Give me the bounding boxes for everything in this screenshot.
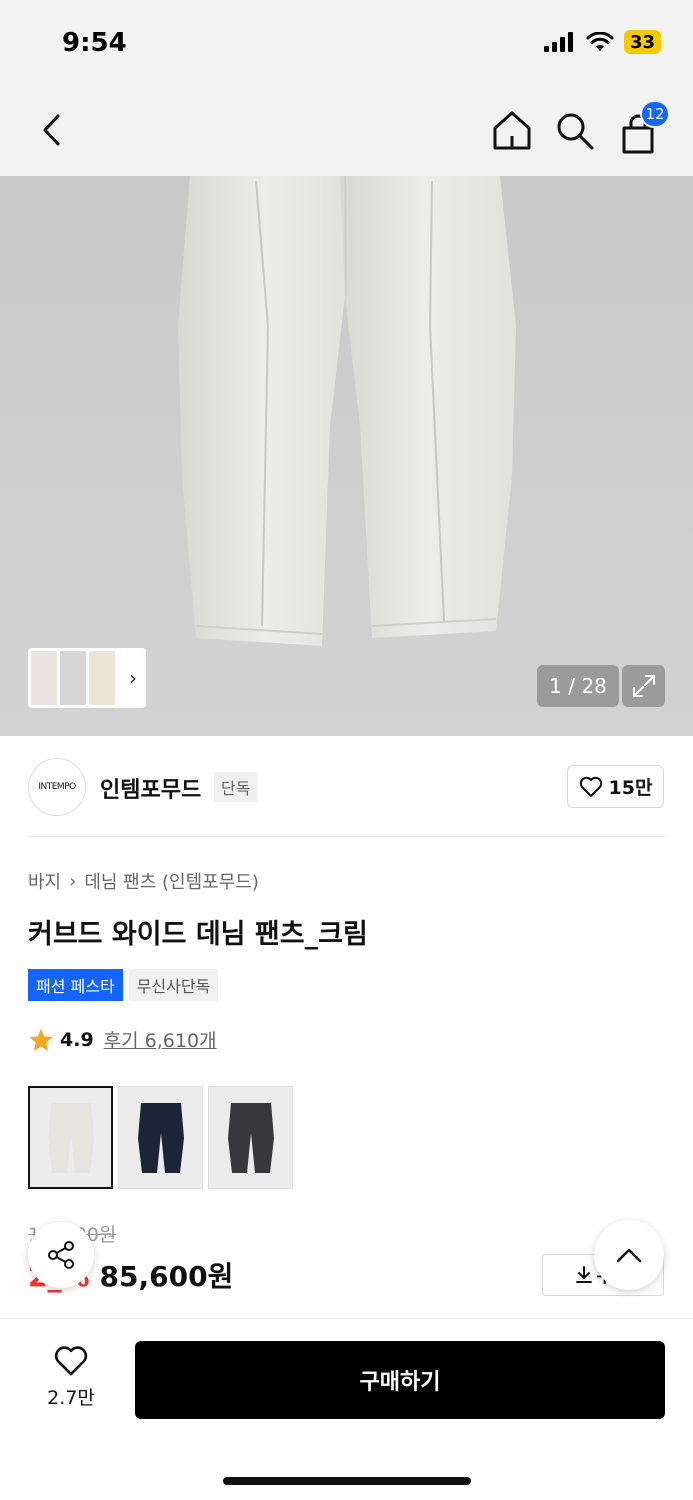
nav-bar: 12	[0, 88, 693, 176]
review-link[interactable]: 후기 6,610개	[104, 1026, 217, 1053]
thumbnail-strip[interactable]: ›	[28, 648, 146, 708]
thumbnail-image[interactable]	[60, 651, 86, 705]
buy-button[interactable]: 구매하기	[135, 1341, 665, 1419]
status-time: 9:54	[62, 28, 127, 58]
chevron-left-icon	[43, 114, 60, 146]
signal-icon	[543, 32, 573, 52]
brand-name[interactable]: 인템포무드	[100, 772, 201, 804]
cart-count-badge: 12	[640, 100, 670, 128]
festa-badge: 패션 페스타	[28, 969, 123, 1001]
download-icon	[576, 1266, 593, 1283]
battery-indicator: 33	[623, 30, 661, 54]
color-option-navy[interactable]	[118, 1086, 203, 1189]
wishlist-count: 2.7만	[47, 1387, 95, 1409]
chevron-right-icon: ›	[129, 666, 137, 690]
brand-like-count: 15만	[608, 777, 653, 799]
pants-thumbnail	[47, 1102, 94, 1173]
brand-like-button[interactable]: 15만	[567, 765, 664, 808]
star-icon	[29, 1028, 53, 1051]
chevron-right-icon: ›	[69, 870, 77, 892]
image-counter: 1 / 28	[537, 665, 619, 707]
breadcrumb-item[interactable]: 바지	[28, 868, 61, 894]
home-indicator	[223, 1477, 471, 1485]
scroll-top-button[interactable]	[594, 1220, 664, 1290]
back-button[interactable]	[30, 108, 74, 152]
color-options	[28, 1086, 293, 1189]
home-button[interactable]	[490, 108, 534, 152]
heart-icon	[54, 1346, 88, 1376]
pants-thumbnail	[137, 1102, 184, 1173]
product-image-gallery[interactable]: › 1 / 28	[0, 176, 693, 736]
cart-button[interactable]: 12	[616, 100, 670, 156]
bottom-action-bar: 2.7만 구매하기	[0, 1318, 693, 1500]
status-bar: 9:54 33	[0, 0, 693, 88]
rating-score: 4.9	[60, 1028, 94, 1051]
product-badges: 패션 페스타 무신사단독	[28, 969, 219, 1001]
pants-thumbnail	[227, 1102, 274, 1173]
expand-button[interactable]	[622, 665, 665, 707]
divider	[28, 836, 665, 837]
sale-price: 85,600원	[99, 1260, 234, 1293]
color-option-cream[interactable]	[28, 1086, 113, 1189]
color-option-charcoal[interactable]	[208, 1086, 293, 1189]
share-icon	[48, 1241, 74, 1269]
exclusive-badge: 무신사단독	[128, 969, 219, 1001]
search-button[interactable]	[552, 108, 596, 152]
status-indicators: 33	[543, 30, 661, 54]
brand-row: INTEMPO 인템포무드 단독 15만	[0, 736, 693, 836]
share-button[interactable]	[28, 1222, 94, 1288]
home-icon	[493, 111, 531, 150]
brand-logo[interactable]: INTEMPO	[28, 758, 86, 816]
product-title: 커브드 와이드 데님 팬츠_크림	[28, 919, 368, 950]
wifi-icon	[586, 32, 614, 51]
heart-icon	[579, 776, 602, 797]
thumbnail-image[interactable]	[89, 651, 115, 705]
breadcrumb: 바지 › 데님 팬츠 (인템포무드)	[28, 868, 259, 894]
chevron-up-icon	[616, 1248, 642, 1263]
breadcrumb-item[interactable]: 데님 팬츠 (인템포무드)	[84, 868, 259, 894]
rating-row: 4.9 후기 6,610개	[28, 1026, 217, 1053]
expand-icon	[632, 675, 655, 697]
wishlist-button[interactable]: 2.7만	[36, 1345, 106, 1410]
exclusive-tag: 단독	[214, 772, 258, 802]
thumbnail-image[interactable]	[31, 651, 57, 705]
search-icon	[557, 113, 594, 150]
